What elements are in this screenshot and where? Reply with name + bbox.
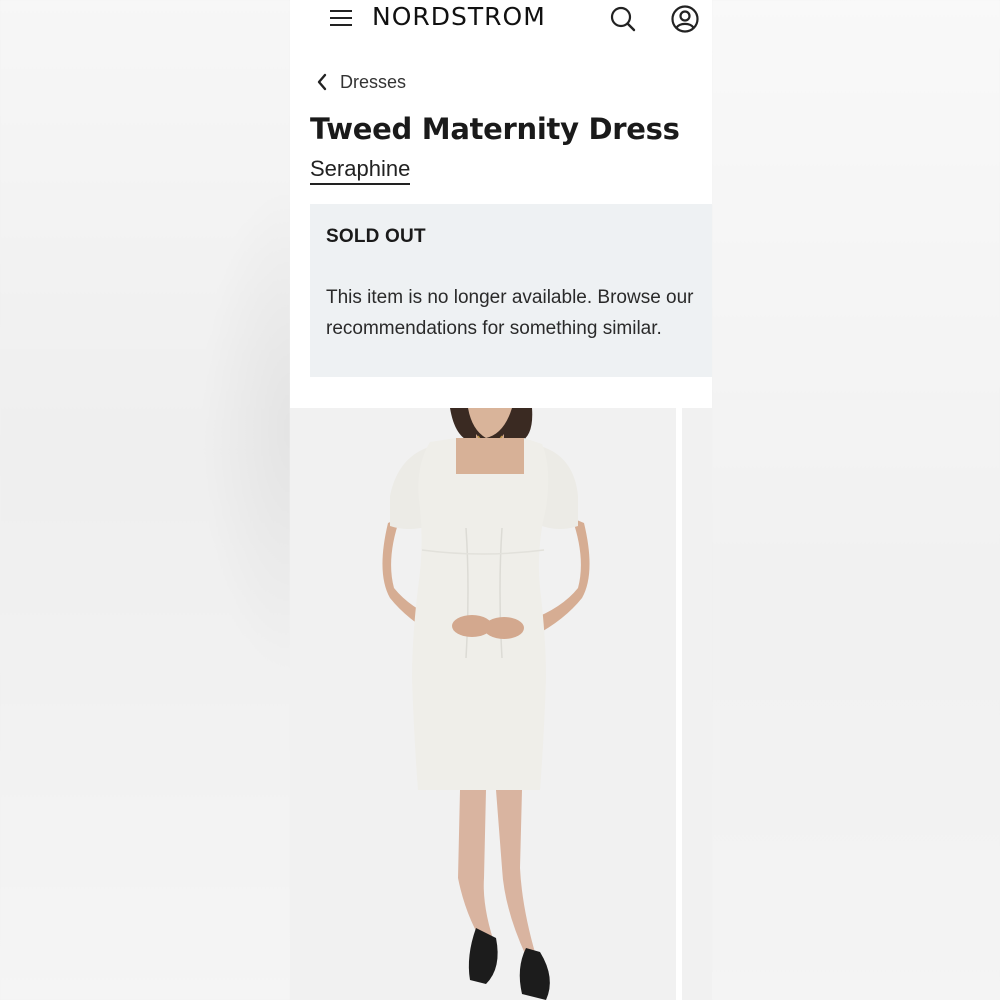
sold-out-message-line-2: recommendations for something similar. (326, 318, 662, 339)
search-icon[interactable] (608, 4, 638, 34)
account-icon[interactable] (670, 4, 700, 34)
sold-out-banner: SOLD OUT This item is no longer availabl… (310, 204, 712, 377)
blurred-background-left (0, 0, 290, 1000)
product-title: Tweed Maternity Dress (310, 112, 680, 146)
chevron-left-icon (317, 73, 327, 91)
site-header: NORDSTROM (290, 0, 712, 40)
blurred-background-right (712, 0, 1000, 1000)
nordstrom-logo[interactable]: NORDSTROM (372, 2, 546, 31)
model-in-dress-illustration (382, 408, 590, 1000)
mobile-page: NORDSTROM Dresses Tweed Maternity Dress … (290, 0, 712, 1000)
sold-out-heading: SOLD OUT (326, 226, 426, 247)
breadcrumb-label: Dresses (340, 71, 407, 92)
brand-link[interactable]: Seraphine (310, 156, 411, 185)
sold-out-message: This item is no longer available. Browse… (326, 282, 712, 344)
hamburger-menu-icon[interactable] (330, 8, 354, 28)
breadcrumb-back-link[interactable]: Dresses (316, 70, 406, 94)
product-image-next-preview[interactable] (682, 408, 712, 1000)
product-image-main[interactable] (290, 408, 676, 1000)
sold-out-message-line-1: This item is no longer available. Browse… (326, 287, 694, 308)
product-image-gallery[interactable] (290, 408, 712, 1000)
